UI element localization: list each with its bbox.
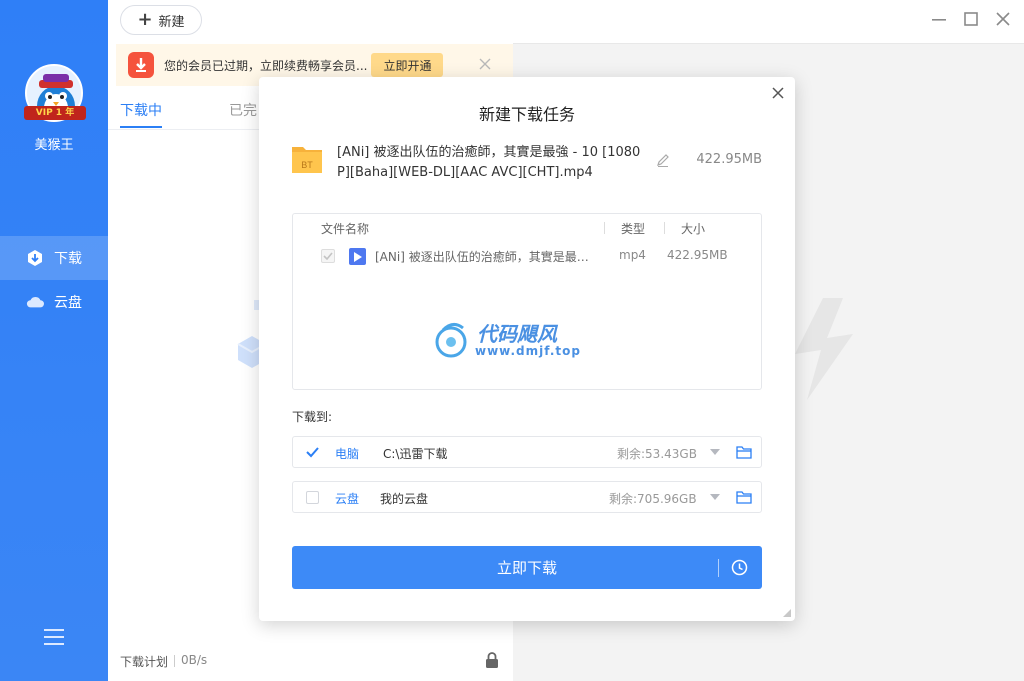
new-task-button[interactable]: + 新建 <box>120 5 202 35</box>
destination-name: 云盘 <box>335 492 360 506</box>
file-type: mp4 <box>619 248 646 262</box>
plus-icon: + <box>137 9 153 30</box>
checkbox-unchecked[interactable] <box>306 491 319 504</box>
destination-name: 电脑 <box>335 447 360 461</box>
column-header-size: 大小 <box>681 222 706 236</box>
lock-icon[interactable] <box>485 652 499 668</box>
sidebar-item-download[interactable]: 下载 <box>0 236 108 280</box>
close-window-icon[interactable] <box>994 10 1012 28</box>
watermark-url: www.dmjf.top <box>475 344 581 358</box>
resize-grip-icon[interactable] <box>783 609 791 617</box>
checkbox-checked-icon[interactable] <box>306 446 319 459</box>
destination-path: 我的云盘 <box>380 492 429 506</box>
chevron-down-icon[interactable] <box>710 494 720 500</box>
sidebar: VIP 1 年 美猴王 下载 云盘 <box>0 0 108 681</box>
column-header-name: 文件名称 <box>321 222 370 236</box>
schedule-clock-icon[interactable] <box>731 559 748 576</box>
menu-icon[interactable] <box>44 628 64 646</box>
cloud-icon <box>26 293 44 311</box>
divider <box>174 655 176 667</box>
thunder-download-icon <box>128 52 154 78</box>
download-speed: 0B/s <box>181 653 208 667</box>
destination-path: C:\迅雷下载 <box>383 447 448 461</box>
free-space: 剩余:705.96GB <box>609 492 697 506</box>
column-header-type: 类型 <box>621 222 646 236</box>
folder-icon[interactable] <box>736 445 752 459</box>
file-title: [ANi] 被逐出队伍的治癒師，其實是最強 - 10 [1080P][Baha]… <box>337 145 641 180</box>
renew-button[interactable]: 立即开通 <box>371 53 444 77</box>
thunder-logo-icon <box>795 298 853 400</box>
free-space: 剩余:53.43GB <box>617 447 697 461</box>
sidebar-item-cloud[interactable]: 云盘 <box>0 280 108 324</box>
download-now-label: 立即下载 <box>496 559 557 577</box>
chevron-down-icon[interactable] <box>710 449 720 455</box>
close-icon[interactable] <box>477 56 493 72</box>
video-file-icon <box>349 248 366 265</box>
dialog-title: 新建下载任务 <box>478 105 575 124</box>
download-now-button[interactable]: 立即下载 <box>292 546 762 589</box>
download-icon <box>26 249 44 267</box>
watermark-logo-icon <box>435 323 467 358</box>
file-size: 422.95MB <box>696 152 762 167</box>
file-checkbox[interactable] <box>321 249 335 263</box>
bt-file-icon: BT <box>291 143 323 175</box>
tab-downloading[interactable]: 下载中 <box>120 100 162 120</box>
tab-underline <box>120 126 162 128</box>
file-list-table: 文件名称 类型 大小 [ANi] 被逐出队伍的治癒師，其實是最強 - 10 [1… <box>292 213 762 390</box>
download-plan-link[interactable]: 下载计划 <box>120 653 168 670</box>
maximize-icon[interactable] <box>962 10 980 28</box>
destination-cloud[interactable]: 云盘 我的云盘 剩余:705.96GB <box>292 481 762 513</box>
file-name: [ANi] 被逐出队伍的治癒師，其實是最強 - 10 [1080P][Baha]… <box>375 250 595 264</box>
new-task-label: 新建 <box>158 14 185 30</box>
banner-text: 您的会员已过期，立即续费畅享会员... <box>164 58 368 73</box>
table-row[interactable]: [ANi] 被逐出队伍的治癒師，其實是最強 - 10 [1080P][Baha]… <box>293 246 761 268</box>
divider <box>664 222 665 234</box>
folder-icon[interactable] <box>736 490 752 504</box>
destination-computer[interactable]: 电脑 C:\迅雷下载 剩余:53.43GB <box>292 436 762 468</box>
dialog-close-icon[interactable] <box>771 86 785 100</box>
minimize-icon[interactable] <box>930 10 948 28</box>
file-size-cell: 422.95MB <box>667 248 728 262</box>
watermark-title: 代码飓风 <box>477 322 557 346</box>
sidebar-item-label: 下载 <box>54 251 82 267</box>
vip-badge: VIP 1 年 <box>24 106 86 120</box>
watermark: 代码飓风 www.dmjf.top <box>433 318 603 362</box>
tab-completed[interactable]: 已完 <box>229 100 257 120</box>
download-to-label: 下载到: <box>292 410 333 424</box>
username: 美猴王 <box>34 138 74 153</box>
bt-label: BT <box>301 160 313 170</box>
sidebar-item-label: 云盘 <box>54 295 82 311</box>
divider <box>718 559 719 577</box>
edit-icon[interactable] <box>656 153 670 167</box>
divider <box>604 222 605 234</box>
download-plan-bar: 下载计划 0B/s <box>120 653 207 670</box>
new-download-dialog: 新建下载任务 BT [ANi] 被逐出队伍的治癒師，其實是最強 - 10 [10… <box>259 77 795 621</box>
